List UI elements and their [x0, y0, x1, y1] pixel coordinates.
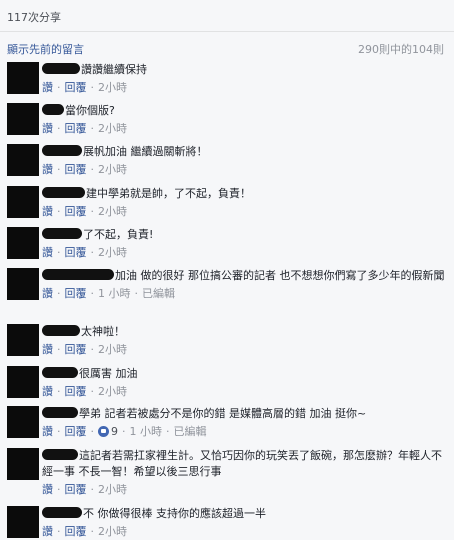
comment-count: 290則中的104則: [358, 43, 444, 56]
timestamp[interactable]: 2小時: [98, 122, 127, 135]
like-link[interactable]: 讚: [42, 483, 53, 496]
timestamp[interactable]: 2小時: [98, 205, 127, 218]
commenter-name[interactable]: [42, 407, 78, 418]
like-link[interactable]: 讚: [42, 525, 53, 538]
avatar[interactable]: [7, 406, 39, 438]
reply-link[interactable]: 回覆: [65, 287, 87, 300]
timestamp[interactable]: 2小時: [98, 81, 127, 94]
commenter-name[interactable]: [42, 325, 80, 336]
previous-comments-bar: 顯示先前的留言 290則中的104則: [0, 38, 454, 58]
comment-text: 加油 做的很好 那位搞公審的記者 也不想想你們寫了多少年的假新聞: [115, 269, 445, 282]
commenter-name[interactable]: [42, 507, 82, 518]
avatar[interactable]: [7, 227, 39, 259]
commenter-name[interactable]: [42, 449, 78, 460]
edited-label[interactable]: 已編輯: [174, 425, 207, 438]
comment-text: 展帆加油 繼續過關斬將！: [83, 145, 208, 158]
like-link[interactable]: 讚: [42, 205, 53, 218]
avatar[interactable]: [7, 268, 39, 300]
comment-text: 了不起，負責!: [83, 228, 154, 241]
avatar[interactable]: [7, 62, 39, 94]
avatar[interactable]: [7, 103, 39, 135]
commenter-name[interactable]: [42, 63, 80, 74]
commenter-name[interactable]: [42, 104, 64, 115]
like-link[interactable]: 讚: [42, 163, 53, 176]
reply-link[interactable]: 回覆: [65, 246, 87, 259]
show-previous-comments-link[interactable]: 顯示先前的留言: [7, 41, 84, 57]
avatar[interactable]: [7, 366, 39, 398]
like-link[interactable]: 讚: [42, 385, 53, 398]
avatar[interactable]: [7, 144, 39, 176]
timestamp[interactable]: 2小時: [98, 343, 127, 356]
like-count[interactable]: 9: [111, 425, 118, 438]
comment-text: 讚讚繼續保持: [81, 63, 147, 76]
reply-link[interactable]: 回覆: [65, 425, 87, 438]
comment-text: 這記者若需扛家裡生計。又恰巧因你的玩笑丟了飯碗，那怎麽辦？年輕人不經一事 不長一…: [42, 449, 442, 478]
commenter-name[interactable]: [42, 367, 78, 378]
commenter-name[interactable]: [42, 187, 85, 198]
avatar[interactable]: [7, 448, 39, 480]
avatar[interactable]: [7, 186, 39, 218]
commenter-name[interactable]: [42, 228, 82, 239]
edited-label[interactable]: 已編輯: [142, 287, 175, 300]
comment-text: 太神啦！: [81, 325, 125, 338]
like-link[interactable]: 讚: [42, 287, 53, 300]
commenter-name[interactable]: [42, 145, 82, 156]
commenter-name[interactable]: [42, 269, 114, 280]
timestamp[interactable]: 1 小時: [130, 425, 163, 438]
reply-link[interactable]: 回覆: [65, 205, 87, 218]
share-count-link[interactable]: 117次分享: [7, 9, 61, 25]
reply-link[interactable]: 回覆: [65, 385, 87, 398]
timestamp[interactable]: 2小時: [98, 163, 127, 176]
timestamp[interactable]: 2小時: [98, 246, 127, 259]
share-bar: 117次分享: [0, 0, 454, 32]
comment-text: 學弟 記者若被處分不是你的錯 是媒體高層的錯 加油 挺你~: [79, 407, 367, 420]
reply-link[interactable]: 回覆: [65, 163, 87, 176]
timestamp[interactable]: 2小時: [98, 483, 127, 496]
avatar[interactable]: [7, 506, 39, 538]
reply-link[interactable]: 回覆: [65, 483, 87, 496]
comment-text: 不 你做得很棒 支持你的應該超過一半: [83, 507, 266, 520]
reply-link[interactable]: 回覆: [65, 343, 87, 356]
reply-link[interactable]: 回覆: [65, 122, 87, 135]
timestamp[interactable]: 1 小時: [98, 287, 131, 300]
comment-text: 當你個版?: [65, 104, 115, 117]
like-link[interactable]: 讚: [42, 343, 53, 356]
comment-text: 建中學弟就是帥，了不起，負責！: [86, 187, 251, 200]
like-link[interactable]: 讚: [42, 81, 53, 94]
comment-text: 很厲害 加油: [79, 367, 138, 380]
timestamp[interactable]: 2小時: [98, 525, 127, 538]
like-link[interactable]: 讚: [42, 246, 53, 259]
thumbs-up-icon: [98, 426, 109, 437]
reply-link[interactable]: 回覆: [65, 81, 87, 94]
reply-link[interactable]: 回覆: [65, 525, 87, 538]
timestamp[interactable]: 2小時: [98, 385, 127, 398]
like-link[interactable]: 讚: [42, 425, 53, 438]
avatar[interactable]: [7, 324, 39, 356]
like-link[interactable]: 讚: [42, 122, 53, 135]
